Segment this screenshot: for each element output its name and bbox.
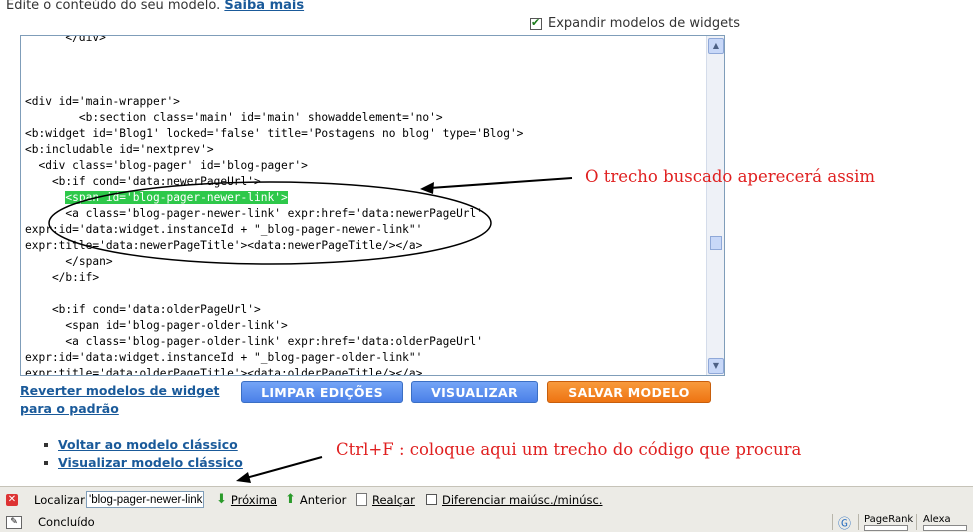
- match-case-checkbox[interactable]: [426, 494, 437, 505]
- pagerank-label: PageRank: [864, 513, 914, 525]
- preview-button[interactable]: VISUALIZAR: [411, 381, 538, 403]
- highlight-all-button[interactable]: Realçar: [356, 487, 415, 512]
- alexa-widget[interactable]: Alexa: [923, 512, 967, 532]
- back-to-classic-link[interactable]: Voltar ao modelo clássico: [58, 436, 238, 454]
- match-case-option[interactable]: Diferenciar maiúsc./minúsc.: [426, 487, 602, 512]
- alexa-label: Alexa: [923, 513, 951, 525]
- bottom-arrow-head: [236, 472, 251, 483]
- clear-edits-button[interactable]: LIMPAR EDIÇÕES: [241, 381, 403, 403]
- highlight-ellipse: [48, 181, 492, 265]
- status-text: Concluído: [38, 515, 95, 529]
- arrow-up-icon: ⬆: [285, 492, 296, 507]
- find-input[interactable]: 'blog-pager-newer-link'>: [86, 491, 204, 508]
- bullet-icon: [44, 461, 48, 465]
- revert-widgets-link[interactable]: Reverter modelos de widget para o padrão: [20, 382, 240, 418]
- pagerank-widget[interactable]: PageRank: [864, 512, 913, 532]
- top-arrow-line: [429, 177, 573, 189]
- find-previous-button[interactable]: ⬆ Anterior: [285, 487, 346, 512]
- bottom-annotation-note: Ctrl+F : coloque aqui um trecho do códig…: [336, 440, 802, 459]
- match-case-label: Diferenciar maiúsc./minúsc.: [442, 492, 603, 507]
- find-next-label: Próxima: [230, 492, 278, 507]
- find-label: Localizar:: [34, 492, 89, 507]
- arrow-down-icon: ⬇: [216, 492, 227, 507]
- list-item: Voltar ao modelo clássico: [44, 436, 243, 454]
- close-find-bar-button[interactable]: ✕: [6, 487, 18, 512]
- view-classic-link[interactable]: Visualizar modelo clássico: [58, 454, 243, 472]
- bottom-arrow-line: [245, 456, 323, 479]
- classic-links: Voltar ao modelo clássico Visualizar mod…: [44, 436, 243, 472]
- highlight-icon: [356, 493, 367, 506]
- pagerank-bar: [864, 524, 908, 531]
- find-bar: ✕ Localizar: 'blog-pager-newer-link'> ⬇ P…: [0, 486, 973, 513]
- top-arrow-head: [420, 182, 434, 194]
- alexa-icon: [923, 524, 967, 531]
- page-icon: ✎: [6, 515, 22, 529]
- close-icon[interactable]: ✕: [6, 493, 18, 506]
- find-next-button[interactable]: ⬇ Próxima: [216, 487, 277, 512]
- list-item: Visualizar modelo clássico: [44, 454, 243, 472]
- save-template-button[interactable]: SALVAR MODELO: [547, 381, 711, 403]
- highlight-label: Realçar: [372, 492, 415, 507]
- pagerank-icon[interactable]: Ⓖ: [838, 513, 851, 532]
- status-bar: ✎ Concluído Ⓖ PageRank Alexa: [0, 512, 973, 532]
- top-annotation-note: O trecho buscado aperecerá assim: [585, 167, 876, 186]
- bullet-icon: [44, 443, 48, 447]
- find-previous-label: Anterior: [299, 492, 347, 507]
